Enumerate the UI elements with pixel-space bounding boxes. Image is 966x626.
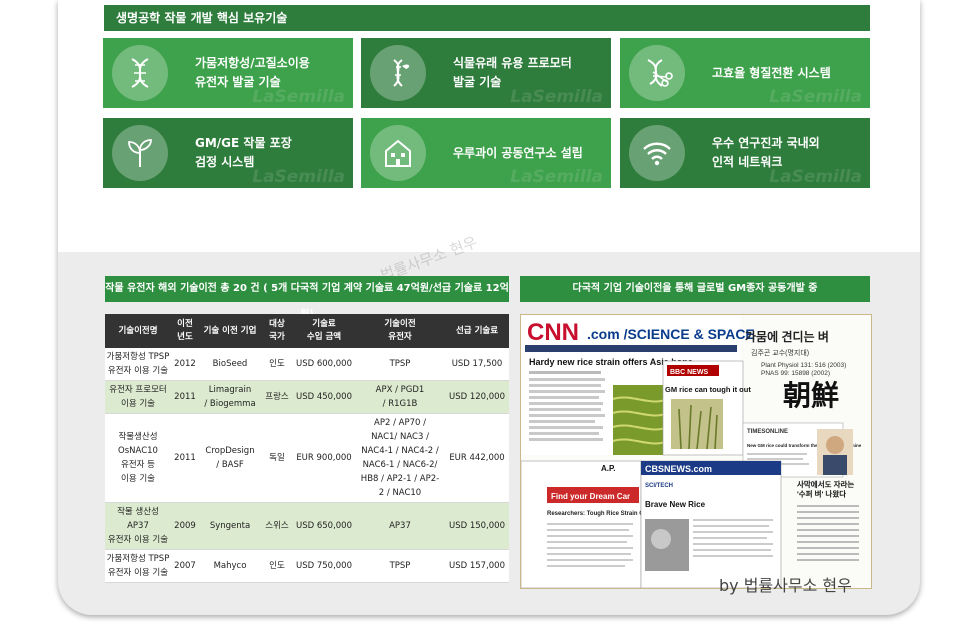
cbs-section: SCI/TECH bbox=[645, 483, 673, 489]
tile-watermark: LaSemilla bbox=[252, 87, 345, 107]
tile-promoter: 식물유래 유용 프로모터 발굴 기술 LaSemilla bbox=[361, 38, 611, 108]
table-row: 유전자 프로모터 이용 기술 2011 Limagrain / Biogemma… bbox=[105, 380, 509, 414]
times-logo: TIMESONLINE bbox=[747, 429, 788, 435]
col-header: 기술 이전 기업 bbox=[199, 314, 261, 348]
tech-section-title: 생명공학 작물 개발 핵심 보유기술 bbox=[104, 5, 870, 31]
table-cell: TPSP bbox=[355, 549, 445, 583]
wifi-icon bbox=[629, 125, 685, 181]
plant-dna-icon bbox=[370, 45, 426, 101]
table-cell: 2007 bbox=[171, 549, 199, 583]
cnn-section: .com /SCIENCE & SPACE bbox=[587, 326, 755, 342]
table-cell: 작물 생산성 AP37 유전자 이용 기술 bbox=[105, 502, 171, 550]
table-cell: USD 600,000 bbox=[293, 348, 355, 381]
table-cell: EUR 442,000 bbox=[445, 413, 509, 503]
col-header: 이전 년도 bbox=[171, 314, 199, 348]
korean-article-title: 가뭄에 견디는 벼 bbox=[745, 329, 829, 344]
table-cell: 인도 bbox=[261, 348, 293, 381]
bbc-logo: BBC NEWS bbox=[670, 369, 708, 376]
table-row: 가뭄저항성 TPSP 유전자 이용 기술 2007 Mahyco 인도 USD … bbox=[105, 549, 509, 583]
table-cell: 독일 bbox=[261, 413, 293, 503]
table-cell: AP2 / AP70 / NAC1/ NAC3 / NAC4-1 / NAC4-… bbox=[355, 413, 445, 503]
table-cell: Limagrain / Biogemma bbox=[199, 380, 261, 414]
tile-watermark: LaSemilla bbox=[769, 87, 862, 107]
table-cell: USD 750,000 bbox=[293, 549, 355, 583]
table-cell: 작물생산성 OsNAC10 유전자 등 이용 기술 bbox=[105, 413, 171, 503]
tile-network: 우수 연구진과 국내외 인적 네트워크 LaSemilla bbox=[620, 118, 870, 188]
building-icon bbox=[370, 125, 426, 181]
table-cell: 2009 bbox=[171, 502, 199, 550]
korean-article-author: 김주곤 교수(명지대) bbox=[751, 348, 809, 357]
table-cell: USD 450,000 bbox=[293, 380, 355, 414]
sprout-icon bbox=[112, 125, 168, 181]
col-header: 선급 기술료 bbox=[445, 314, 509, 348]
table-cell: 2011 bbox=[171, 413, 199, 503]
table-cell: USD 150,000 bbox=[445, 502, 509, 550]
table-cell: EUR 900,000 bbox=[293, 413, 355, 503]
tile-watermark: LaSemilla bbox=[510, 167, 603, 187]
table-cell: Syngenta bbox=[199, 502, 261, 550]
table-cell: 유전자 프로모터 이용 기술 bbox=[105, 380, 171, 414]
ap-label: A.P. bbox=[601, 464, 616, 473]
table-cell: USD 650,000 bbox=[293, 502, 355, 550]
news-collage: CNN .com /SCIENCE & SPACE Hardy new rice… bbox=[520, 314, 872, 589]
col-header: 대상 국가 bbox=[261, 314, 293, 348]
table-cell: AP37 bbox=[355, 502, 445, 550]
dna-scissors-icon bbox=[629, 45, 685, 101]
table-cell: USD 17,500 bbox=[445, 348, 509, 381]
table-cell: 가뭄저항성 TPSP 유전자 이용 기술 bbox=[105, 348, 171, 381]
table-cell: 2011 bbox=[171, 380, 199, 414]
dna-icon bbox=[112, 45, 168, 101]
table-cell: 프랑스 bbox=[261, 380, 293, 414]
table-header-row: 기술이전명 이전 년도 기술 이전 기업 대상 국가 기술료 수입 금액 기술이… bbox=[105, 314, 509, 348]
col-header: 기술료 수입 금액 bbox=[293, 314, 355, 348]
table-cell: APX / PGD1 / R1G1B bbox=[355, 380, 445, 414]
dream-car-ad-text: Find your Dream Car bbox=[551, 492, 630, 501]
table-cell: 가뭄저항성 TPSP 유전자 이용 기술 bbox=[105, 549, 171, 583]
bbc-headline: GM rice can tough it out bbox=[665, 385, 751, 394]
footer-credit: by 법률사무소 현우 bbox=[719, 576, 852, 595]
table-cell: USD 157,000 bbox=[445, 549, 509, 583]
table-row: 작물 생산성 AP37 유전자 이용 기술 2009 Syngenta 스위스 … bbox=[105, 502, 509, 550]
table-cell: CropDesign / BASF bbox=[199, 413, 261, 503]
table-cell: TPSP bbox=[355, 348, 445, 381]
tech-transfer-table: 기술이전명 이전 년도 기술 이전 기업 대상 국가 기술료 수입 금액 기술이… bbox=[105, 314, 509, 583]
table-cell: 스위스 bbox=[261, 502, 293, 550]
tech-transfer-title: 작물 유전자 해외 기술이전 총 20 건 ( 5개 다국적 기업 계약 기술료… bbox=[105, 276, 509, 320]
tile-watermark: LaSemilla bbox=[769, 167, 862, 187]
col-header: 기술이전 유전자 bbox=[355, 314, 445, 348]
tile-transformation: 고효율 형질전환 시스템 LaSemilla bbox=[620, 38, 870, 108]
korean-caption: 사막에서도 자라는 '수퍼 벼' 나왔다 bbox=[797, 479, 854, 498]
table-cell: 2012 bbox=[171, 348, 199, 381]
table-cell: 인도 bbox=[261, 549, 293, 583]
cbs-headline: Brave New Rice bbox=[645, 500, 706, 509]
tile-watermark: LaSemilla bbox=[510, 87, 603, 107]
newspaper-masthead: 朝鮮 bbox=[783, 380, 839, 411]
tile-uruguay-lab: 우루과이 공동연구소 설립 LaSemilla bbox=[361, 118, 611, 188]
gm-seed-title: 다국적 기업 기술이전을 통해 글로벌 GM종자 공동개발 중 bbox=[520, 276, 870, 302]
korean-article-ref: Plant Physiol 131: 516 (2003) PNAS 99: 15… bbox=[761, 362, 846, 377]
table-row: 가뭄저항성 TPSP 유전자 이용 기술 2012 BioSeed 인도 USD… bbox=[105, 348, 509, 381]
table-row: 작물생산성 OsNAC10 유전자 등 이용 기술 2011 CropDesig… bbox=[105, 413, 509, 503]
content-card: 생명공학 작물 개발 핵심 보유기술 가뭄저항성/고질소이용 유전자 발굴 기술… bbox=[58, 0, 920, 615]
table-cell: USD 120,000 bbox=[445, 380, 509, 414]
cbs-logo: CBSNEWS.com bbox=[645, 464, 712, 474]
tile-field-test: GM/GE 작물 포장 검정 시스템 LaSemilla bbox=[103, 118, 353, 188]
table-cell: Mahyco bbox=[199, 549, 261, 583]
rice-terrace-photo bbox=[613, 385, 667, 455]
tile-watermark: LaSemilla bbox=[252, 167, 345, 187]
table-cell: BioSeed bbox=[199, 348, 261, 381]
cnn-logo: CNN bbox=[527, 319, 579, 346]
tile-drought-gene: 가뭄저항성/고질소이용 유전자 발굴 기술 LaSemilla bbox=[103, 38, 353, 108]
col-header: 기술이전명 bbox=[105, 314, 171, 348]
